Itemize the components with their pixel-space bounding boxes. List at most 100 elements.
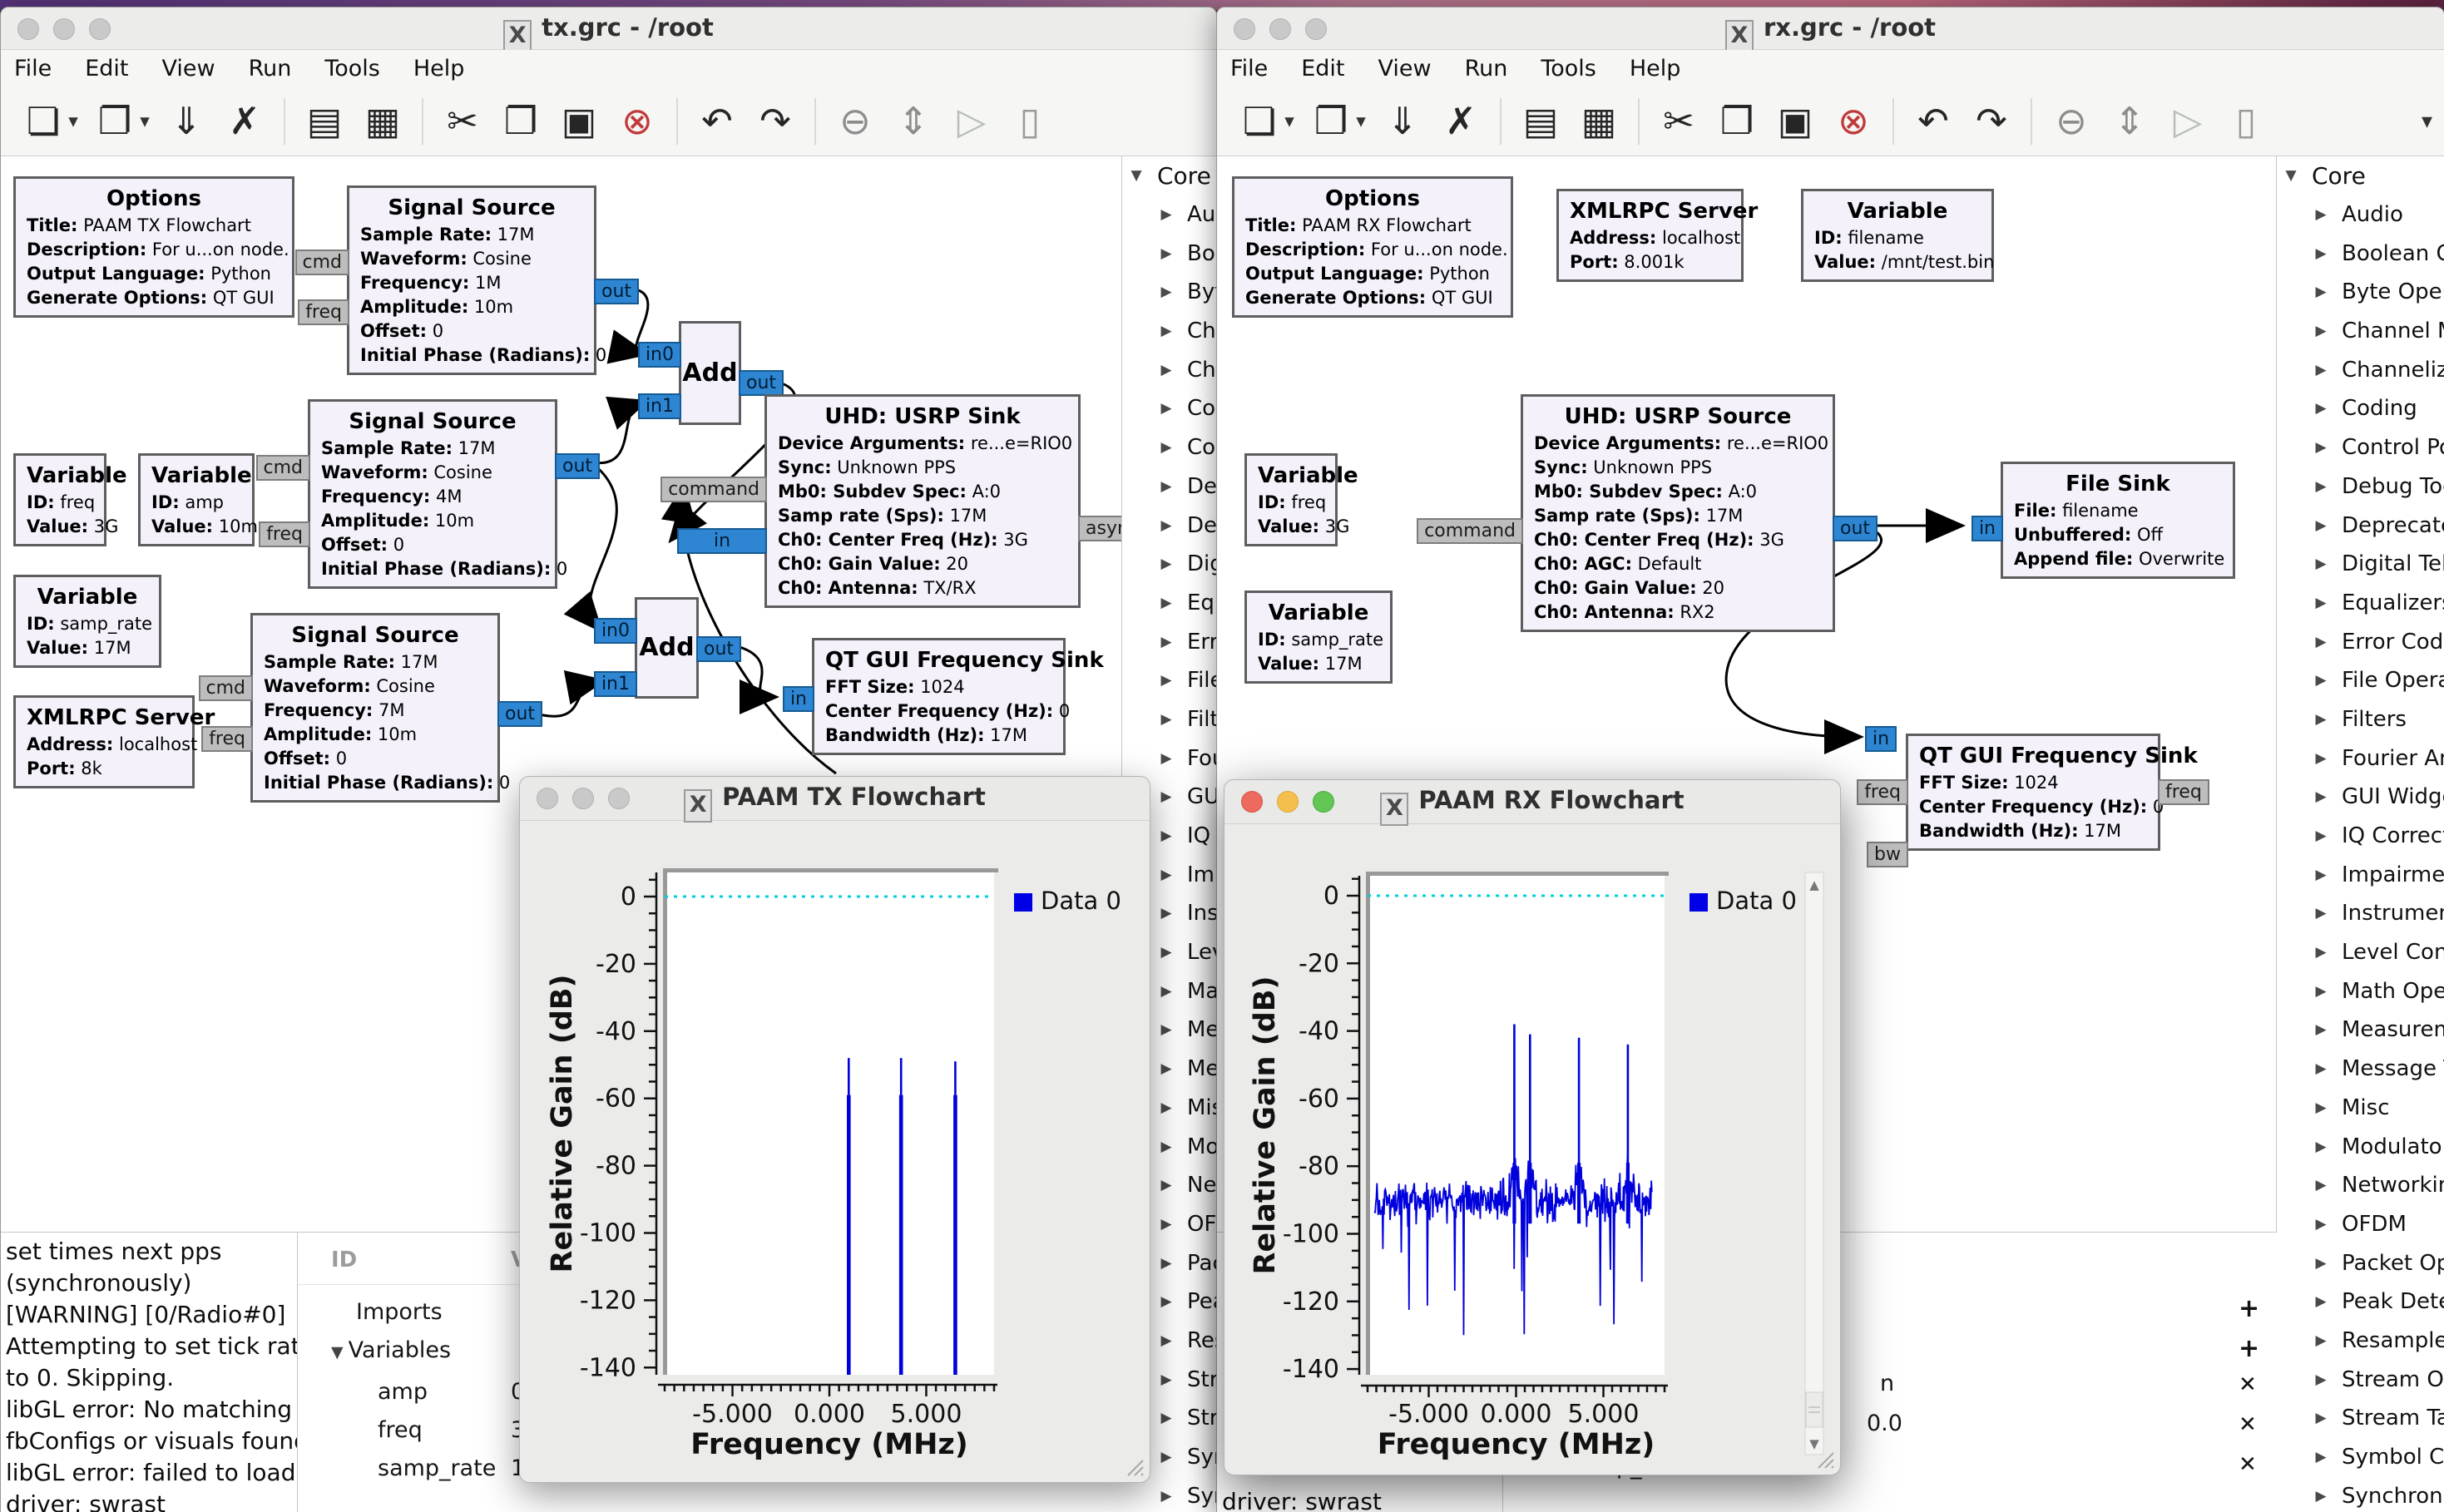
freq-port[interactable]: freq — [259, 521, 310, 547]
close-icon[interactable]: ✗ — [215, 92, 274, 151]
block-options[interactable]: OptionsTitle: PAAM RX FlowchartDescripti… — [1232, 176, 1513, 318]
library-category-control-port[interactable]: ▶Control Port — [1122, 428, 1217, 467]
block-file-sink[interactable]: File SinkFile: filenameUnbuffered: OffAp… — [2001, 462, 2235, 579]
library-category-byte-operators[interactable]: ▶Byte Operators — [2277, 273, 2444, 312]
menu-file[interactable]: File — [1230, 56, 1268, 82]
out-port[interactable]: out — [555, 453, 600, 479]
menu-help[interactable]: Help — [1630, 56, 1681, 82]
titlebar[interactable]: Xtx.grc - /root — [1, 7, 1216, 50]
block-variable-samp-rate[interactable]: VariableID: samp_rateValue: 17M — [13, 575, 161, 668]
paste-icon[interactable]: ▣ — [1766, 92, 1824, 151]
out-port[interactable]: out — [739, 370, 784, 396]
menu-tools[interactable]: Tools — [1541, 56, 1596, 82]
library-category-control-port[interactable]: ▶Control Port — [2277, 428, 2444, 467]
open-flowgraph-caret-icon[interactable]: ▾ — [1348, 92, 1373, 151]
library-category-debug-tools[interactable]: ▶Debug Tools — [1122, 467, 1217, 506]
in1-port[interactable]: in1 — [594, 671, 637, 697]
add-variable-button[interactable]: + — [2239, 1294, 2259, 1323]
bw-port[interactable]: bw — [1867, 842, 1908, 867]
in0-port[interactable]: in0 — [638, 342, 681, 368]
library-category-iq-correction[interactable]: ▶IQ Correction — [2277, 817, 2444, 856]
print-icon[interactable]: ▦ — [354, 92, 412, 151]
redo-icon[interactable]: ↷ — [746, 92, 804, 151]
library-category-boolean-operators[interactable]: ▶Boolean Operators — [1122, 234, 1217, 273]
cut-icon[interactable]: ✂ — [433, 92, 492, 151]
screen-capture-icon[interactable]: ▤ — [295, 92, 354, 151]
in0-port[interactable]: in0 — [594, 618, 637, 644]
errors-icon[interactable]: ⊖ — [826, 92, 884, 151]
library-category-symbol-coding[interactable]: ▶Symbol Coding — [2277, 1438, 2444, 1477]
library-category-filters[interactable]: ▶Filters — [2277, 700, 2444, 739]
library-category-audio[interactable]: ▶Audio — [1122, 195, 1217, 235]
block-signal-source-7m[interactable]: Signal SourceSample Rate: 17MWaveform: C… — [250, 613, 500, 803]
library-category-fourier-analysis[interactable]: ▶Fourier Analysis — [1122, 739, 1217, 778]
in-port[interactable]: in — [1865, 726, 1897, 752]
delete-icon[interactable]: ⊗ — [608, 92, 666, 151]
menu-view[interactable]: View — [161, 56, 215, 82]
in-port[interactable]: in — [677, 528, 767, 554]
delete-variable-button[interactable]: ✕ — [2239, 1452, 2257, 1477]
library-category-peak-detectors[interactable]: ▶Peak Detectors — [2277, 1282, 2444, 1322]
block-add-2[interactable]: Addin0in1out — [635, 597, 699, 699]
library-category-measurement-tools[interactable]: ▶Measurement Tools — [2277, 1010, 2444, 1050]
library-category-resamplers[interactable]: ▶Resamplers — [2277, 1322, 2444, 1361]
block-variable-amp[interactable]: VariableID: ampValue: 10m — [138, 453, 255, 546]
out-port[interactable]: out — [594, 279, 639, 304]
menu-run[interactable]: Run — [1465, 56, 1508, 82]
command-port[interactable]: command — [1417, 518, 1523, 544]
library-category-boolean-operators[interactable]: ▶Boolean Operators — [2277, 234, 2444, 273]
delete-icon[interactable]: ⊗ — [1824, 92, 1882, 151]
library-category-stream-tag-tools[interactable]: ▶Stream Tag Tools — [2277, 1399, 2444, 1438]
library-category-audio[interactable]: ▶Audio — [2277, 195, 2444, 235]
redo-icon[interactable]: ↷ — [1962, 92, 2021, 151]
print-icon[interactable]: ▦ — [1570, 92, 1628, 151]
library-category-fourier-analysis[interactable]: ▶Fourier Analysis — [2277, 739, 2444, 778]
kill-icon[interactable]: ▯ — [1001, 92, 1059, 151]
block-uhd-usrp-sink[interactable]: UHD: USRP SinkDevice Arguments: re...e=R… — [764, 394, 1081, 608]
delete-variable-button[interactable]: ✕ — [2239, 1412, 2257, 1437]
library-category-channel-models[interactable]: ▶Channel Models — [1122, 312, 1217, 351]
library-category-filters[interactable]: ▶Filters — [1122, 700, 1217, 739]
library-category-equalizers[interactable]: ▶Equalizers — [2277, 584, 2444, 623]
library-category-digital-television[interactable]: ▶Digital Television — [2277, 545, 2444, 584]
library-category-file-operations[interactable]: ▶File Operations — [1122, 661, 1217, 700]
library-category-message-tools[interactable]: ▶Message Tools — [2277, 1050, 2444, 1089]
qt-plot-window-tx[interactable]: XPAAM TX Flowchart 0-20-40-60-80-100-120… — [519, 776, 1150, 1483]
save-icon[interactable]: ⇓ — [157, 92, 215, 151]
new-flowgraph-caret-icon[interactable]: ▾ — [1277, 92, 1302, 151]
kill-icon[interactable]: ▯ — [2217, 92, 2275, 151]
cmd-port[interactable]: cmd — [256, 455, 311, 481]
freq-port[interactable]: freq — [1857, 779, 1908, 805]
block-qtgui-frequency-sink[interactable]: QT GUI Frequency SinkFFT Size: 1024Cente… — [1906, 734, 2160, 851]
library-category-ofdm[interactable]: ▶OFDM — [2277, 1205, 2444, 1244]
undo-icon[interactable]: ↶ — [688, 92, 746, 151]
block-signal-source-4m[interactable]: Signal SourceSample Rate: 17MWaveform: C… — [308, 399, 557, 589]
library-category-level-controllers[interactable]: ▶Level Controllers — [2277, 933, 2444, 972]
command-port[interactable]: command — [660, 477, 767, 502]
variable-row-freq[interactable]: freq — [378, 1417, 423, 1443]
block-variable-filename[interactable]: VariableID: filenameValue: /mnt/test.bin — [1801, 189, 1994, 282]
library-category-channelizers[interactable]: ▶Channelizers — [2277, 350, 2444, 389]
library-category-math-operators[interactable]: ▶Math Operators — [2277, 971, 2444, 1010]
menu-edit[interactable]: Edit — [85, 56, 128, 82]
menu-help[interactable]: Help — [413, 56, 465, 82]
library-category-networking-tools[interactable]: ▶Networking Tools — [2277, 1166, 2444, 1205]
block-xmlrpc-server[interactable]: XMLRPC ServerAddress: localhostPort: 8k — [13, 695, 195, 788]
out-port[interactable]: out — [1833, 516, 1878, 541]
errors-icon[interactable]: ⊖ — [2042, 92, 2100, 151]
library-category-instrumentation[interactable]: ▶Instrumentation — [2277, 894, 2444, 933]
block-variable-samp-rate[interactable]: VariableID: samp_rateValue: 17M — [1244, 590, 1393, 684]
titlebar[interactable]: XPAAM RX Flowchart — [1224, 780, 1840, 824]
library-category-debug-tools[interactable]: ▶Debug Tools — [2277, 467, 2444, 506]
library-category-core[interactable]: ▼Core — [2277, 156, 2444, 195]
library-category-error-coding[interactable]: ▶Error Coding — [2277, 622, 2444, 661]
menu-view[interactable]: View — [1378, 56, 1431, 82]
library-category-deprecated[interactable]: ▶Deprecated — [2277, 506, 2444, 545]
block-signal-source-1m[interactable]: Signal SourceSample Rate: 17MWaveform: C… — [347, 185, 596, 375]
cmd-port[interactable]: cmd — [295, 250, 350, 275]
library-category-error-coding[interactable]: ▶Error Coding — [1122, 622, 1217, 661]
async_msgs-port[interactable]: async_msgs — [1078, 516, 1121, 541]
library-category-synchronizers[interactable]: ▶Synchronizers — [2277, 1476, 2444, 1512]
variable-row-amp[interactable]: amp — [378, 1379, 428, 1405]
cut-icon[interactable]: ✂ — [1650, 92, 1708, 151]
